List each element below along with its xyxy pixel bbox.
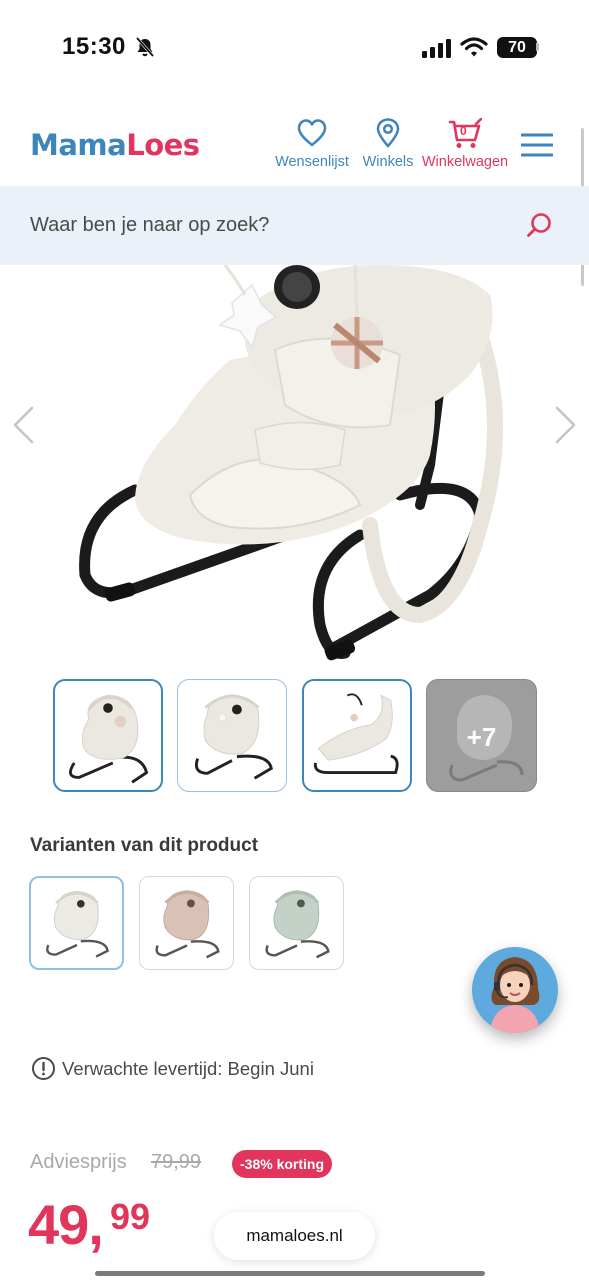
home-indicator[interactable] [95,1271,485,1276]
info-icon [32,1057,55,1080]
variant-image [265,890,330,959]
site-header: MamaLoes Wensenlijst Winkels 0 Winkelwag… [0,100,589,186]
heart-icon [297,119,327,147]
variant-image [155,890,220,959]
nav-stores-label: Winkels [362,154,414,170]
search-bar[interactable]: Waar ben je naar op zoek? [0,186,589,265]
variant-option-cream[interactable] [29,876,124,970]
customer-service-chat-button[interactable] [472,947,558,1033]
search-icon[interactable] [526,212,552,238]
thumbnail-image [313,693,399,775]
gallery-thumbnail-1[interactable] [53,679,163,792]
variants-heading: Varianten van dit product [30,835,259,856]
gallery-thumbnail-2[interactable] [177,679,287,792]
logo-part-mama: Mama [30,128,127,162]
support-avatar [490,957,540,1033]
status-time: 15:30 [62,33,126,60]
cart-count-badge: 0 [460,124,467,138]
product-main-image[interactable] [0,265,589,670]
variant-option-green[interactable] [249,876,344,970]
thumbnail-image [194,694,273,780]
nav-cart[interactable]: 0 Winkelwagen [419,118,511,170]
current-price-cents: 99 [110,1196,151,1237]
status-bar: 15:30 70 [0,0,589,96]
signal-icon [422,39,451,58]
nav-wishlist-label: Wensenlijst [275,154,349,170]
nav-cart-label: Winkelwagen [421,154,509,170]
search-input[interactable]: Waar ben je naar op zoek? [30,214,269,237]
advice-price-label: Adviesprijs [30,1151,127,1173]
gallery-thumbnail-3[interactable] [302,679,412,792]
location-pin-icon [376,118,400,148]
baby-bouncer-illustration [79,265,503,661]
battery-tail [536,43,539,51]
thumbnail-image [68,695,149,784]
current-price-main: 49, [28,1193,104,1256]
variant-image [46,890,109,958]
chevron-right-icon[interactable] [553,405,579,445]
mamaloes-logo[interactable]: MamaLoes [30,128,200,162]
browser-url-bar[interactable]: mamaloes.nl [214,1212,375,1260]
chevron-left-icon[interactable] [10,405,36,445]
advice-price-value: 79,99 [151,1151,202,1173]
discount-badge: -38% korting [232,1150,333,1178]
bell-muted-icon [135,37,155,57]
logo-part-loes: Loes [126,128,200,162]
wifi-icon [460,37,488,57]
nav-stores[interactable]: Winkels [360,118,416,170]
nav-wishlist[interactable]: Wensenlijst [272,118,352,170]
gallery-more-thumbnails[interactable]: +7 [426,679,537,792]
delivery-time-text: Verwachte levertijd: Begin Juni [62,1058,314,1079]
menu-icon[interactable] [521,132,553,158]
more-images-count: +7 [466,722,497,752]
variant-option-pink[interactable] [139,876,234,970]
battery-indicator: 70 [497,37,537,58]
